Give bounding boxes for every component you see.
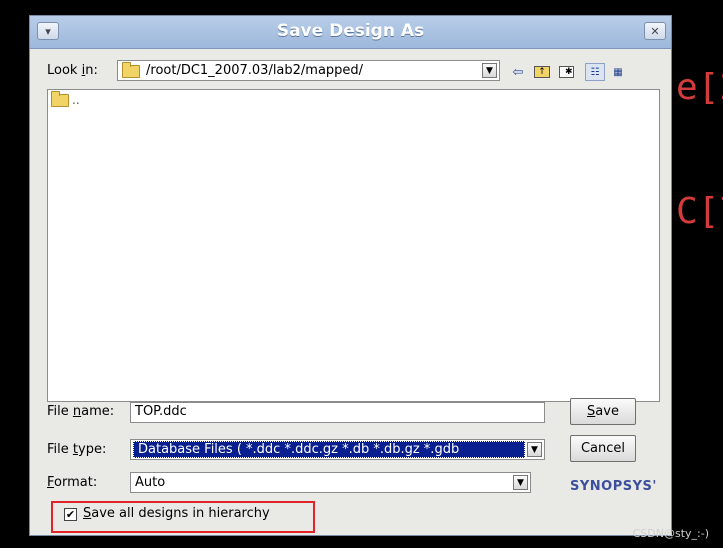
- file-name-input[interactable]: TOP.ddc: [130, 402, 545, 423]
- background-terminal-text-2: C[7: [676, 191, 723, 232]
- list-view-icon: ☷: [590, 66, 600, 78]
- file-list[interactable]: ..: [47, 89, 660, 402]
- chevron-down-icon[interactable]: ▼: [482, 63, 497, 78]
- new-folder-button[interactable]: ✱: [556, 63, 576, 81]
- folder-icon: [51, 90, 69, 107]
- up-folder-icon: ↑: [534, 66, 550, 78]
- list-view-button[interactable]: ☷: [585, 63, 605, 81]
- look-in-combo[interactable]: /root/DC1_2007.03/lab2/mapped/ ▼: [117, 60, 500, 81]
- checkmark-icon: ✔: [65, 508, 76, 521]
- chevron-down-icon[interactable]: ▼: [527, 442, 542, 457]
- file-item-name: ..: [72, 93, 80, 107]
- save-hierarchy-checkbox[interactable]: ✔: [64, 508, 77, 521]
- detail-view-icon: ▦: [613, 66, 623, 78]
- look-in-path: /root/DC1_2007.03/lab2/mapped/: [146, 63, 364, 78]
- format-label: Format:: [47, 475, 98, 490]
- synopsys-logo: SYNOPSYS': [570, 479, 657, 494]
- cancel-button[interactable]: Cancel: [570, 435, 636, 462]
- close-button[interactable]: ✕: [644, 22, 666, 40]
- close-icon: ✕: [650, 24, 660, 38]
- format-select[interactable]: Auto ▼: [130, 472, 531, 493]
- chevron-down-icon[interactable]: ▼: [513, 475, 528, 490]
- new-folder-icon: ✱: [558, 66, 574, 78]
- save-hierarchy-label[interactable]: Save all designs in hierarchy: [83, 506, 270, 521]
- title-bar[interactable]: ▾ Save Design As ✕: [30, 16, 671, 49]
- dialog-title: Save Design As: [276, 21, 425, 41]
- file-name-label: File name:: [47, 404, 115, 419]
- watermark: CSDN@sty_:-): [632, 527, 709, 540]
- file-type-value: Database Files ( *.ddc *.ddc.gz *.db *.d…: [133, 441, 525, 458]
- up-folder-button[interactable]: ↑: [532, 63, 552, 81]
- detail-view-button[interactable]: ▦: [608, 63, 628, 81]
- back-button[interactable]: ⇦: [508, 63, 528, 81]
- file-type-select[interactable]: Database Files ( *.ddc *.ddc.gz *.db *.d…: [130, 439, 545, 460]
- file-type-label: File type:: [47, 442, 107, 457]
- back-icon: ⇦: [512, 64, 524, 80]
- list-item[interactable]: ..: [51, 90, 80, 107]
- background-terminal-text-1: e[2: [676, 67, 723, 108]
- folder-open-icon: [122, 62, 140, 78]
- look-in-label: Look in:: [47, 63, 98, 78]
- format-value: Auto: [135, 475, 166, 490]
- save-design-dialog: ▾ Save Design As ✕ Look in: /root/DC1_20…: [29, 15, 672, 536]
- save-button[interactable]: Save: [570, 398, 636, 425]
